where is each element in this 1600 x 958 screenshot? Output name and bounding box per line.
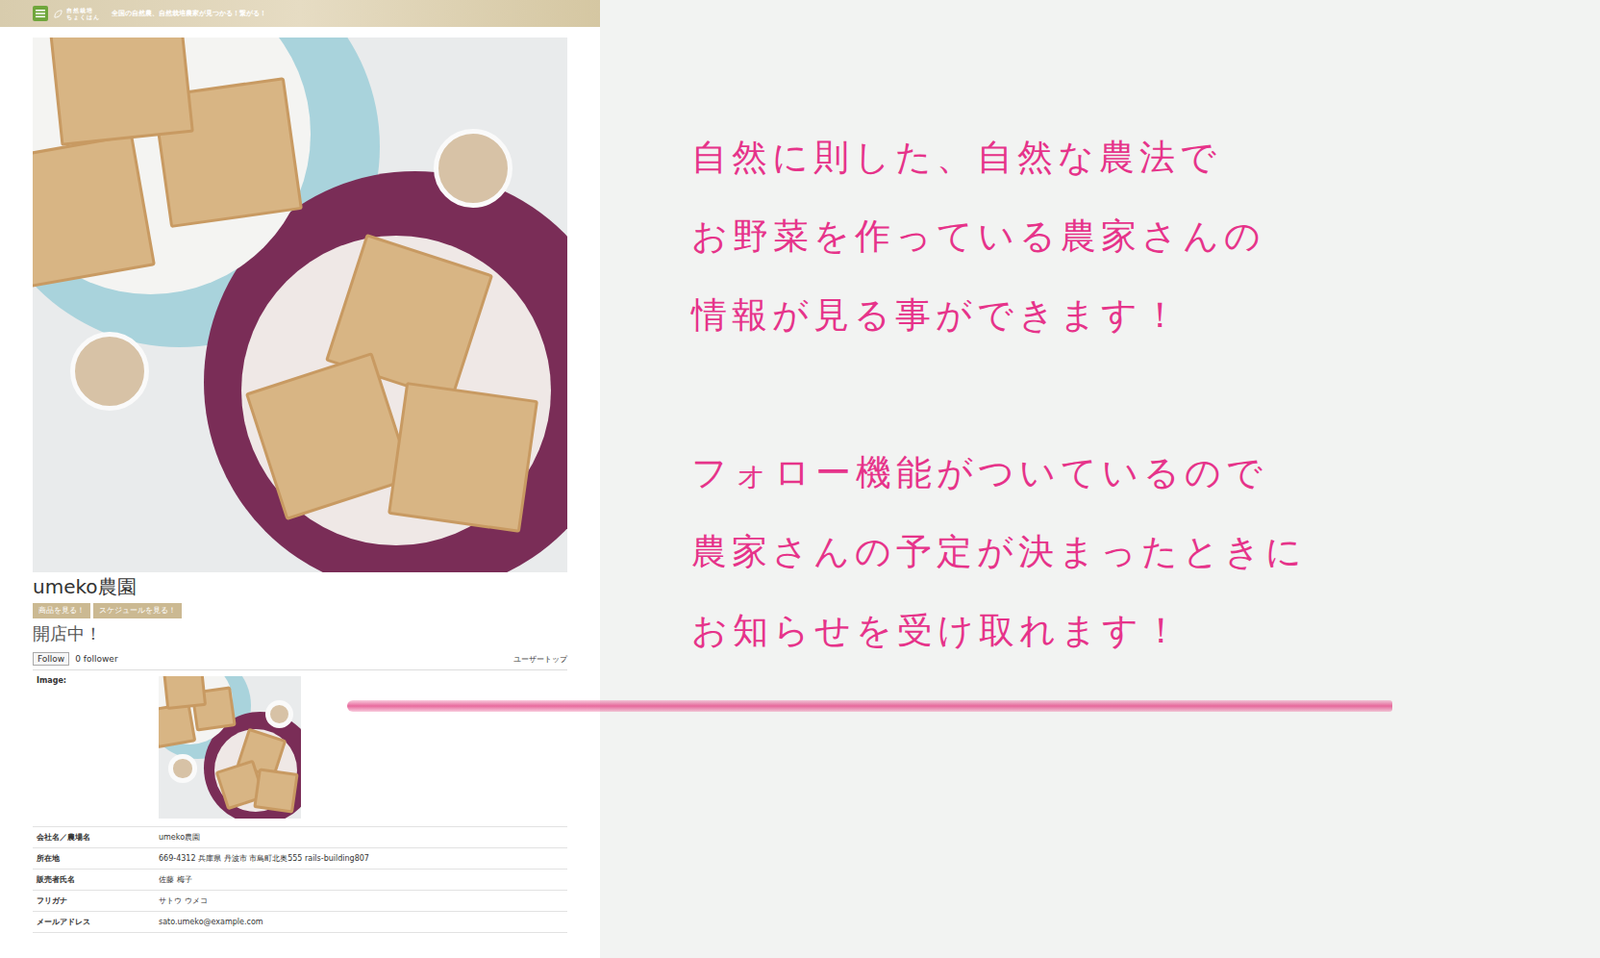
note-line: お知らせを受け取れます！ [691,591,1600,671]
detail-row: フリガナ サトウ ウメコ [32,890,568,912]
row-label: Image: [32,675,159,685]
row-value: 669-4312 兵庫県 丹波市 市島町北奥555 rails-building… [158,852,370,864]
photo [158,675,301,819]
site-screenshot: 自然栽培ちょくはん 全国の自然農、自然栽培農家が見つかる！繋がる！ umeko農… [0,0,600,958]
detail-row: 販売者氏名 佐藤 梅子 [32,869,568,891]
row-value: 佐藤 梅子 [158,874,193,885]
row-label: メールアドレス [32,916,159,927]
photo [32,37,568,573]
detail-row: 所在地 669-4312 兵庫県 丹波市 市島町北奥555 rails-buil… [32,848,568,870]
row-label: 会社名／農場名 [32,831,159,843]
nav-button[interactable]: スケジュールを見る！ [93,602,182,619]
site-logo[interactable]: 自然栽培ちょくはん [66,6,100,21]
image-row: Image: [32,670,568,827]
site-header: 自然栽培ちょくはん 全国の自然農、自然栽培農家が見つかる！繋がる！ [0,0,600,27]
row-value: umeko農園 [158,831,200,843]
follower-count: 0 follower [75,653,118,664]
note-paragraph: フォロー機能がついているので農家さんの予定が決まったときにお知らせを受け取れます… [691,433,1600,671]
nav-button[interactable]: 商品を見る！ [32,602,91,619]
row-label: 販売者氏名 [32,874,159,885]
brush-stroke [347,700,1393,712]
follow-row: Follow 0 follower ユーザートップ [32,648,568,671]
row-value: サトウ ウメコ [158,895,208,906]
note-paragraph: 自然に則した、自然な農法でお野菜を作っている農家さんの情報が見る事ができます！ [691,118,1600,355]
user-top-link[interactable]: ユーザートップ [513,653,568,665]
row-label: フリガナ [32,895,159,906]
note-line: 自然に則した、自然な農法で [691,118,1600,198]
note-line: フォロー機能がついているので [691,433,1600,513]
row-value: sato.umeko@example.com [158,917,264,926]
note-line: お野菜を作っている農家さんの [691,197,1600,276]
row-label: 所在地 [32,852,159,864]
note-line: 情報が見る事ができます！ [691,275,1600,355]
farm-name: umeko農園 [32,574,568,600]
detail-row: 会社名／農場名 umeko農園 [32,826,568,849]
page: 自然栽培ちょくはん 全国の自然農、自然栽培農家が見つかる！繋がる！ umeko農… [0,0,1600,958]
leaf-icon [53,9,63,19]
logo-line: ちょくはん [66,13,100,21]
shop-status: 開店中！ [32,622,568,646]
tagline: 全国の自然農、自然栽培農家が見つかる！繋がる！ [111,8,267,19]
notes: 自然に則した、自然な農法でお野菜を作っている農家さんの情報が見る事ができます！ フ… [600,0,1600,958]
follow-button[interactable]: Follow [32,651,70,666]
detail-row: メールアドレス sato.umeko@example.com [32,911,568,933]
menu-icon[interactable] [32,5,49,22]
logo-line: 自然栽培 [66,6,100,14]
note-line: 農家さんの予定が決まったときに [691,512,1600,592]
